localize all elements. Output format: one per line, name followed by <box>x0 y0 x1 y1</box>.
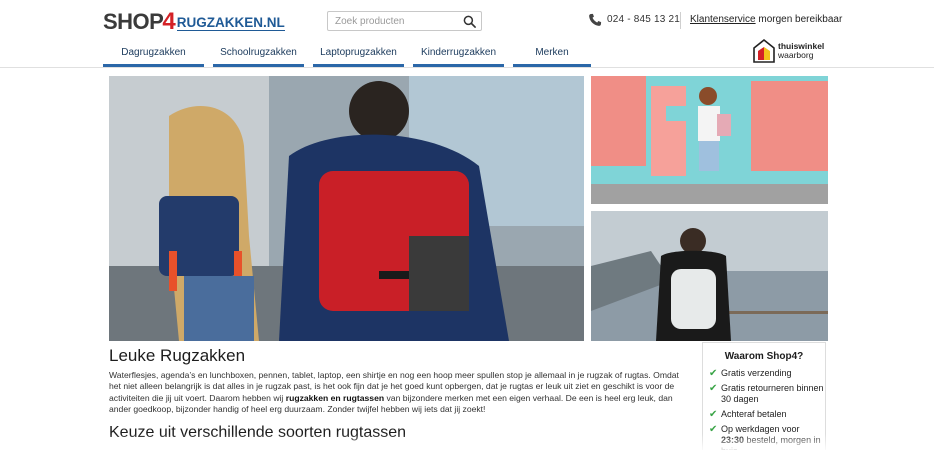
service-link[interactable]: Klantenservice <box>690 14 756 25</box>
search-box <box>327 11 482 31</box>
section-subtitle: Keuze uit verschillende soorten rugtasse… <box>109 424 407 441</box>
service-text: morgen bereikbaar <box>755 14 843 25</box>
nav-item-merken[interactable]: Merken <box>513 43 591 67</box>
phone-icon <box>589 13 602 26</box>
why-shop4-box: Waarom Shop4? ✔ Gratis verzending ✔ Gratis… <box>702 342 826 450</box>
service-info: Klantenservice morgen bereikbaar <box>690 14 842 25</box>
why-list: ✔ Gratis verzending ✔ Gratis retourneren b… <box>709 368 825 450</box>
check-icon: ✔ <box>709 368 718 379</box>
side-image-top[interactable] <box>591 76 828 204</box>
why-item: ✔ Gratis retourneren binnen 30 dagen <box>709 383 825 405</box>
site-logo[interactable]: SHOP 4 RUGZAKKEN.NL <box>103 8 285 35</box>
page-title: Leuke Rugzakken <box>109 346 246 365</box>
why-item: ✔ Gratis verzending <box>709 368 825 379</box>
check-icon: ✔ <box>709 424 718 435</box>
logo-domain-text: RUGZAKKEN.NL <box>176 15 285 31</box>
search-input[interactable] <box>328 12 458 30</box>
why-item-text-a: Op werkdagen voor <box>721 424 800 434</box>
thuiswinkel-logo-icon <box>753 39 775 63</box>
badge-text: thuiswinkel waarborg <box>778 42 824 60</box>
intro-paragraph: Waterflesjes, agenda’s en lunchboxen, pe… <box>109 370 691 415</box>
phone-number[interactable]: 024 - 845 13 21 <box>607 14 680 25</box>
nav-item-laptoprugzakken[interactable]: Laptoprugzakken <box>313 43 404 67</box>
header-divider <box>680 12 681 29</box>
intro-text-bold: rugzakken en rugtassen <box>285 392 385 403</box>
badge-line2: waarborg <box>778 50 814 60</box>
header-rule <box>0 67 934 68</box>
check-icon: ✔ <box>709 383 718 394</box>
side-image-bottom[interactable] <box>591 211 828 341</box>
logo-four-text: 4 <box>162 8 176 35</box>
why-item: ✔ Op werkdagen voor 23:30 besteld, morgen… <box>709 424 825 450</box>
nav-item-dagrugzakken[interactable]: Dagrugzakken <box>103 43 204 67</box>
why-item-text: Op werkdagen voor 23:30 besteld, morgen … <box>721 424 825 450</box>
hero-image[interactable] <box>109 76 584 341</box>
thuiswinkel-badge[interactable]: thuiswinkel waarborg <box>753 39 824 63</box>
why-title: Waarom Shop4? <box>724 351 804 362</box>
main-nav: Dagrugzakken Schoolrugzakken Laptoprugza… <box>103 43 600 67</box>
nav-item-kinderrugzakken[interactable]: Kinderrugzakken <box>413 43 504 67</box>
why-item: ✔ Achteraf betalen <box>709 409 825 420</box>
nav-item-schoolrugzakken[interactable]: Schoolrugzakken <box>213 43 304 67</box>
search-icon[interactable] <box>463 15 476 28</box>
logo-shop-text: SHOP <box>103 9 164 34</box>
why-item-text: Achteraf betalen <box>721 409 787 419</box>
check-icon: ✔ <box>709 409 718 420</box>
why-item-text: Gratis verzending <box>721 368 792 378</box>
why-item-text: Gratis retourneren binnen 30 dagen <box>721 383 824 404</box>
why-item-text-bold: 23:30 <box>721 435 745 445</box>
